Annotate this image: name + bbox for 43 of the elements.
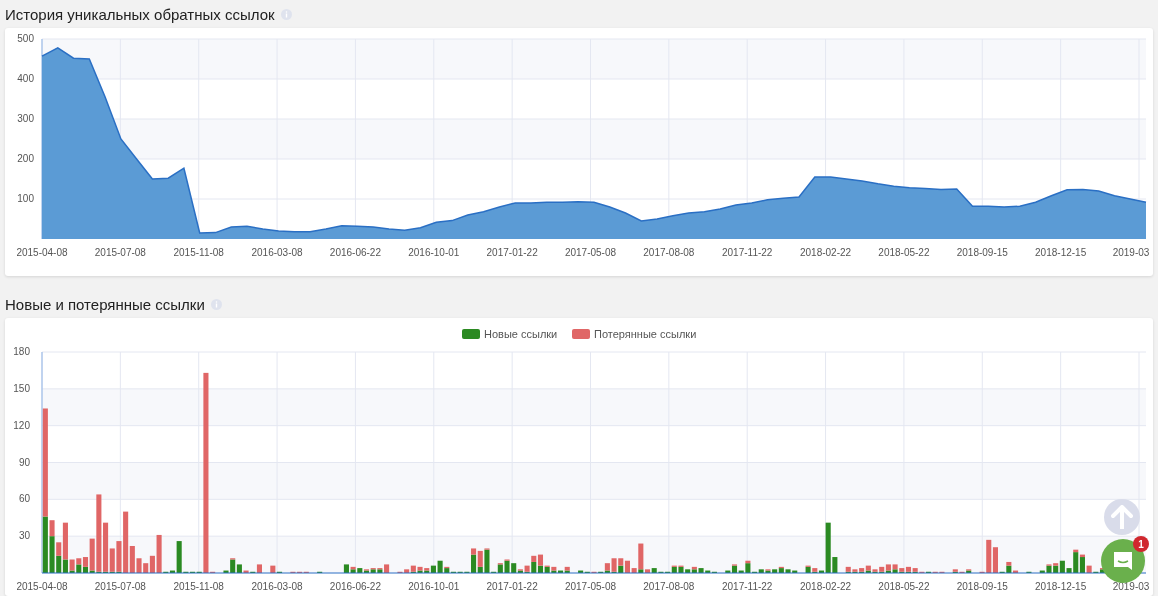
y-axis-label: 30: [18, 530, 30, 542]
x-axis-label: 2017-11-22: [722, 247, 773, 258]
y-axis-label: 150: [13, 382, 30, 394]
x-axis-label: 2015-04-08: [16, 247, 68, 258]
x-axis-label: 2018-09-15: [956, 581, 1008, 592]
x-axis-label: 2017-05-08: [564, 247, 617, 258]
y-axis-label: 500: [17, 33, 34, 44]
x-axis-label: 2019-03: [1112, 247, 1150, 258]
x-axis-label: 2016-10-01: [408, 247, 460, 258]
x-axis-label: 2018-05-22: [878, 581, 930, 592]
section-title: История уникальных обратных ссылок: [5, 5, 275, 23]
x-axis-label: 2016-10-01: [408, 581, 460, 592]
y-axis-label: 180: [13, 346, 30, 357]
section-title: Новые и потерянные ссылки: [5, 295, 205, 313]
y-axis-label: 100: [17, 193, 34, 204]
x-axis-label: 2018-09-15: [956, 247, 1008, 258]
x-axis-label: 2018-02-22: [800, 581, 852, 592]
x-axis-label: 2017-01-22: [486, 247, 538, 258]
x-axis-label: 2018-12-15: [1035, 247, 1087, 258]
x-axis-label: 2015-04-08: [16, 581, 68, 592]
x-axis-label: 2015-07-08: [94, 581, 146, 592]
x-axis-label: 2017-08-08: [643, 581, 695, 592]
x-axis-label: 2018-12-15: [1035, 581, 1087, 592]
y-axis-label: 120: [13, 419, 30, 431]
y-axis-label: 300: [17, 113, 34, 124]
x-axis-label: 2016-03-08: [251, 247, 303, 258]
x-axis-label: 2016-06-22: [329, 247, 381, 258]
y-axis-label: 200: [17, 153, 34, 164]
x-axis-label: 2015-11-08: [173, 247, 224, 258]
x-axis-label: 2017-01-22: [486, 581, 538, 592]
x-axis-label: 2016-06-22: [329, 581, 381, 592]
y-axis-label: 400: [17, 73, 34, 84]
x-axis-label: 2016-03-08: [251, 581, 303, 592]
x-axis-label: 2019-03: [1112, 581, 1150, 592]
x-axis-label: 2017-11-22: [722, 581, 773, 592]
x-axis-label: 2015-07-08: [94, 247, 146, 258]
x-axis-label: 2018-05-22: [878, 247, 930, 258]
y-axis-label: 60: [18, 493, 30, 505]
x-axis-label: 2018-02-22: [800, 247, 852, 258]
y-axis-label: 90: [18, 456, 30, 468]
x-axis-label: 2015-11-08: [173, 581, 224, 592]
x-axis-label: 2017-05-08: [564, 581, 617, 592]
x-axis-label: 2017-08-08: [643, 247, 695, 258]
